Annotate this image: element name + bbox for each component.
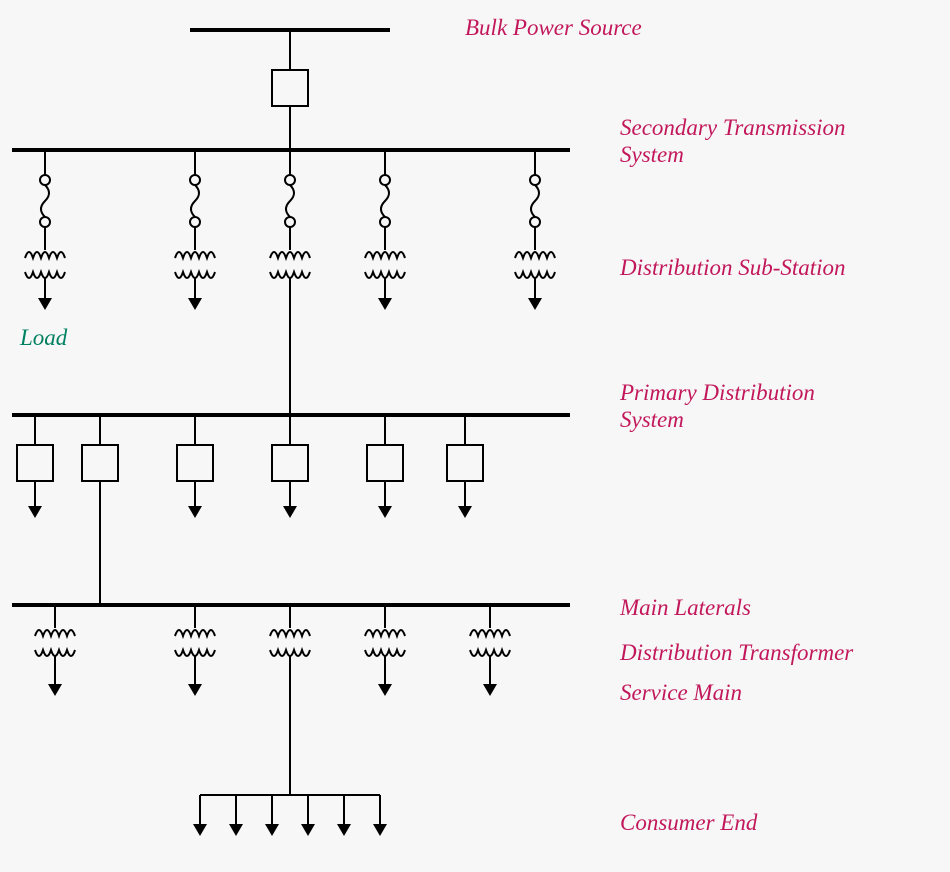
primary-feeders	[17, 415, 483, 605]
label-secondary-2: System	[620, 142, 684, 167]
label-dtransformer: Distribution Transformer	[619, 640, 854, 665]
label-primary-1: Primary Distribution	[619, 380, 815, 405]
label-bulk: Bulk Power Source	[465, 15, 642, 40]
substation-drops	[25, 150, 555, 415]
fuse-icon	[40, 175, 50, 227]
label-consumer: Consumer End	[620, 810, 758, 835]
label-substation: Distribution Sub-Station	[619, 255, 846, 280]
power-distribution-diagram: Bulk Power Source Secondary Transmission…	[0, 0, 950, 872]
lateral-drops	[35, 605, 510, 795]
transformer-icon	[25, 252, 65, 278]
consumer-drops	[193, 795, 387, 836]
label-service: Service Main	[620, 680, 742, 705]
label-primary-2: System	[620, 407, 684, 432]
arrow-icon	[38, 298, 52, 310]
label-load: Load	[19, 325, 68, 350]
label-secondary-1: Secondary Transmission	[620, 115, 846, 140]
breaker-icon	[272, 70, 308, 106]
label-laterals: Main Laterals	[619, 595, 751, 620]
breaker-icon	[17, 445, 53, 481]
